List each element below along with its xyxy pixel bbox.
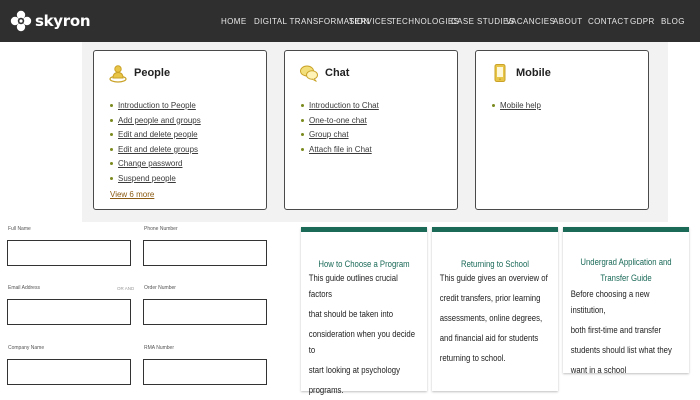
people-link[interactable]: Edit and delete groups xyxy=(118,145,198,154)
list-item[interactable]: Edit and delete groups xyxy=(110,143,201,158)
guide-body-line: and financial aid for students xyxy=(439,333,539,343)
list-item[interactable]: Group chat xyxy=(301,128,379,143)
guide-card-undergrad-transfer[interactable]: Undergrad Application and Transfer Guide… xyxy=(563,227,689,375)
list-item[interactable]: One-to-one chat xyxy=(301,114,379,129)
help-topics-section: People Introduction to People Add people… xyxy=(82,42,668,222)
full-name-label: Full Name xyxy=(8,226,31,232)
main-menu: HOME DIGITAL TRANSFORMATION SERVICES TEC… xyxy=(0,17,700,29)
nav-case-studies[interactable]: CASE STUDIES xyxy=(451,17,514,26)
guide-body-line: Before choosing a new institution, xyxy=(570,289,650,315)
guide-body-line: This guide outlines crucial factors xyxy=(308,273,398,299)
nav-services[interactable]: SERVICES xyxy=(349,17,393,26)
guide-title-line: Undergrad Application and xyxy=(580,257,672,267)
guide-title[interactable]: Returning to School xyxy=(441,258,549,270)
list-item[interactable]: Add people and groups xyxy=(110,114,201,129)
nav-contact[interactable]: CONTACT xyxy=(588,17,629,26)
chat-link[interactable]: Group chat xyxy=(309,130,349,139)
people-help-card: People Introduction to People Add people… xyxy=(93,50,267,210)
guide-body-line: returning to school. xyxy=(439,353,506,363)
guide-body-line: students should list what they xyxy=(570,345,672,355)
top-nav-bar: skyron HOME DIGITAL TRANSFORMATION SERVI… xyxy=(0,0,700,42)
email-hint: OR AND xyxy=(117,286,135,291)
nav-vacancies[interactable]: VACANCIES xyxy=(506,17,555,26)
order-number-input[interactable] xyxy=(143,299,267,325)
email-address-label: Email Address xyxy=(8,285,40,291)
chat-card-title: Chat xyxy=(325,67,350,79)
guide-title[interactable]: How to Choose a Program xyxy=(310,258,418,270)
mobile-phone-icon xyxy=(494,64,506,82)
chat-link-list: Introduction to Chat One-to-one chat Gro… xyxy=(301,99,379,157)
nav-blog[interactable]: BLOG xyxy=(661,17,685,26)
guide-title-line: Transfer Guide xyxy=(600,273,652,283)
people-link[interactable]: Edit and delete people xyxy=(118,130,198,139)
view-more-link[interactable]: View 6 more xyxy=(110,190,154,199)
email-address-input[interactable] xyxy=(7,299,131,325)
guide-title-line: Returning to School xyxy=(461,259,529,269)
guide-body-line: credit transfers, prior learning xyxy=(439,293,541,303)
nav-home[interactable]: HOME xyxy=(221,17,247,26)
chat-link[interactable]: Introduction to Chat xyxy=(309,101,379,110)
mobile-help-card: Mobile Mobile help xyxy=(475,50,649,210)
mobile-link-list: Mobile help xyxy=(492,99,541,114)
guide-card-choose-program[interactable]: How to Choose a Program This guide outli… xyxy=(301,227,427,395)
full-name-input[interactable] xyxy=(7,240,131,266)
company-name-label: Company Name xyxy=(8,345,45,351)
nav-technologies[interactable]: TECHNOLOGIES xyxy=(391,17,459,26)
people-card-title: People xyxy=(134,67,171,79)
company-name-input[interactable] xyxy=(7,359,131,385)
guide-title-line: How to Choose a Program xyxy=(318,259,410,269)
list-item[interactable]: Attach file in Chat xyxy=(301,143,379,158)
order-number-label: Order Number xyxy=(144,285,176,291)
people-link[interactable]: Add people and groups xyxy=(118,116,201,125)
rma-number-input[interactable] xyxy=(143,359,267,385)
phone-number-label: Phone Number xyxy=(144,226,178,232)
list-item[interactable]: Mobile help xyxy=(492,99,541,114)
guide-title[interactable]: Undergrad Application and Transfer Guide xyxy=(572,256,680,284)
chat-bubbles-icon xyxy=(300,65,318,82)
phone-number-input[interactable] xyxy=(143,240,267,266)
guide-card-returning-to-school[interactable]: Returning to School This guide gives an … xyxy=(432,227,558,391)
guide-body: This guide gives an overview of credit t… xyxy=(432,270,549,366)
nav-gdpr[interactable]: GDPR xyxy=(630,17,655,26)
guide-body-line: want in a school xyxy=(570,365,627,375)
person-icon xyxy=(109,65,127,83)
people-link[interactable]: Introduction to People xyxy=(118,101,196,110)
guide-body-line: both first-time and transfer xyxy=(570,325,662,335)
chat-link[interactable]: One-to-one chat xyxy=(309,116,367,125)
chat-link[interactable]: Attach file in Chat xyxy=(309,145,372,154)
people-link-list: Introduction to People Add people and gr… xyxy=(110,99,201,186)
nav-about[interactable]: ABOUT xyxy=(553,17,583,26)
guide-body-line: start looking at psychology xyxy=(308,365,400,375)
people-link[interactable]: Change password xyxy=(118,159,182,168)
guide-body-line: that should be taken into xyxy=(308,309,394,319)
list-item[interactable]: Introduction to Chat xyxy=(301,99,379,114)
mobile-link[interactable]: Mobile help xyxy=(500,101,541,110)
list-item[interactable]: Change password xyxy=(110,157,201,172)
list-item[interactable]: Edit and delete people xyxy=(110,128,201,143)
rma-number-label: RMA Number xyxy=(144,345,175,351)
mobile-card-title: Mobile xyxy=(516,67,551,79)
guide-body: Before choosing a new institution, both … xyxy=(563,286,680,378)
guide-body-line: consideration when you decide to xyxy=(308,329,416,355)
guide-body-line: This guide gives an overview of xyxy=(439,273,548,283)
guide-body-line: programs. xyxy=(308,385,344,395)
people-link[interactable]: Suspend people xyxy=(118,174,176,183)
list-item[interactable]: Introduction to People xyxy=(110,99,201,114)
guide-body: This guide outlines crucial factors that… xyxy=(301,270,418,398)
guide-body-line: assessments, online degrees, xyxy=(439,313,543,323)
list-item[interactable]: Suspend people xyxy=(110,172,201,187)
chat-help-card: Chat Introduction to Chat One-to-one cha… xyxy=(284,50,458,210)
